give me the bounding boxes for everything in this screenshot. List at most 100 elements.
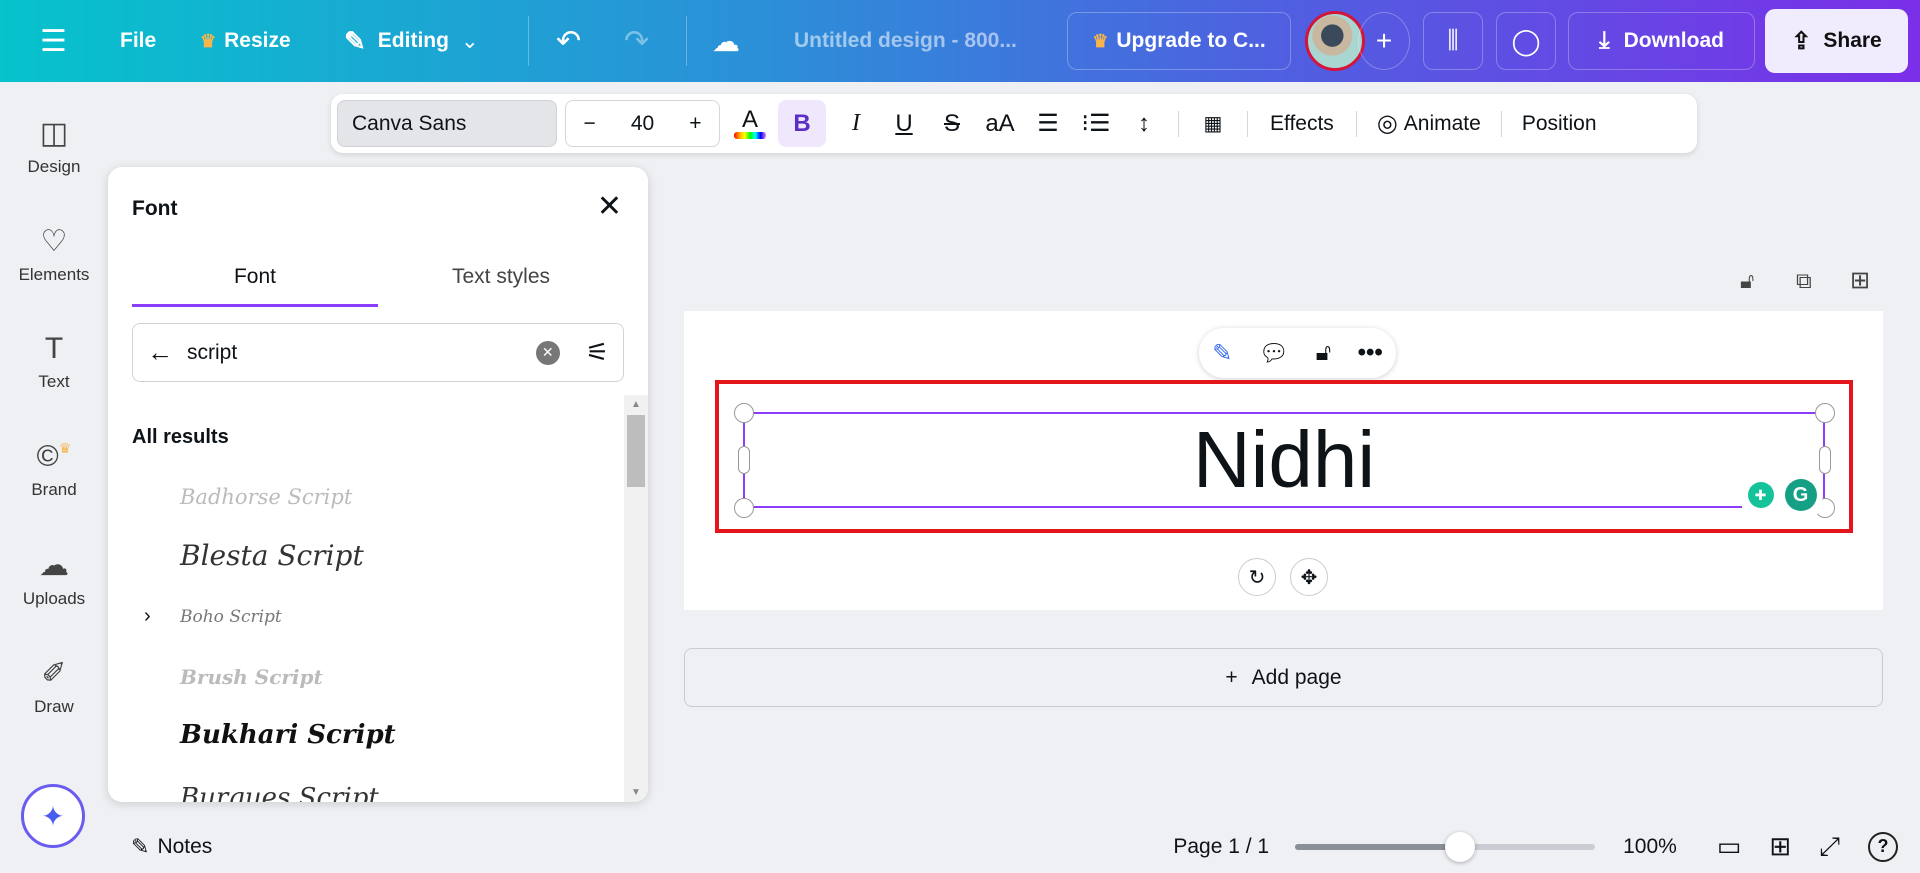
list-icon[interactable]: ⁝☰ bbox=[1072, 100, 1120, 147]
add-page-button[interactable]: + Add page bbox=[684, 648, 1883, 707]
spacing-icon[interactable]: ↕ bbox=[1120, 100, 1168, 147]
insights-icon[interactable]: ⫼ bbox=[1423, 12, 1483, 70]
side-handle[interactable] bbox=[1819, 446, 1831, 474]
scrollbar-thumb[interactable] bbox=[627, 415, 645, 487]
undo-icon[interactable]: ↶ bbox=[556, 0, 581, 82]
font-item[interactable]: Burgues Script bbox=[180, 783, 379, 802]
resize-handle[interactable] bbox=[734, 498, 754, 518]
move-icon[interactable]: ✥ bbox=[1290, 558, 1328, 596]
sidebar-item-text[interactable]: T Text bbox=[0, 332, 108, 392]
chevron-down-icon: ⌄ bbox=[460, 29, 479, 53]
font-size-input[interactable]: 40 bbox=[631, 112, 654, 136]
cloud-saved-icon[interactable]: ☁ bbox=[712, 0, 740, 82]
add-collaborator-button[interactable]: + bbox=[1358, 12, 1410, 70]
page-view-icon[interactable]: ▭ bbox=[1717, 831, 1742, 862]
font-panel: Font ✕ Font Text styles ← script ✕ ⚟ All… bbox=[108, 167, 648, 802]
animate-icon: ◎ bbox=[1376, 110, 1398, 137]
close-icon[interactable]: ✕ bbox=[597, 189, 622, 224]
sidebar-label: Uploads bbox=[22, 589, 86, 608]
tab-text-styles[interactable]: Text styles bbox=[378, 265, 624, 307]
font-item[interactable]: Boho Script bbox=[180, 607, 282, 627]
redo-icon[interactable]: ↷ bbox=[624, 0, 649, 82]
duplicate-page-icon[interactable]: ⧉ bbox=[1796, 268, 1812, 294]
grammarly-widget[interactable]: ✚ G bbox=[1742, 476, 1822, 514]
resize-handle[interactable] bbox=[734, 403, 754, 423]
sidebar-item-elements[interactable]: ♡ Elements bbox=[0, 224, 108, 285]
zoom-slider-thumb[interactable] bbox=[1445, 831, 1476, 862]
animate-button[interactable]: ◎ Animate bbox=[1367, 109, 1491, 138]
decrease-size-button[interactable]: − bbox=[584, 112, 596, 136]
italic-button[interactable]: I bbox=[832, 100, 880, 147]
font-search-field: ← script ✕ ⚟ bbox=[132, 323, 624, 382]
plus-icon: + bbox=[1225, 665, 1238, 689]
canvas-text[interactable]: Nidhi bbox=[1193, 414, 1375, 506]
file-menu[interactable]: File bbox=[120, 0, 156, 82]
side-handle[interactable] bbox=[738, 446, 750, 474]
sidebar-item-uploads[interactable]: ☁ Uploads bbox=[0, 548, 108, 609]
text-color-icon: A bbox=[741, 106, 758, 133]
scrollbar[interactable]: ▲ ▼ bbox=[624, 395, 648, 802]
bold-button[interactable]: B bbox=[778, 100, 826, 147]
text-format-toolbar: Canva Sans − 40 + A B I U S aA ☰ ⁝☰ ↕ ▦ … bbox=[331, 94, 1697, 153]
add-page-label: Add page bbox=[1251, 665, 1342, 689]
design-page[interactable]: ✎ 💬︎ 🔓︎ ••• Nidhi ✚ G ↻ ✥ bbox=[684, 311, 1883, 610]
add-page-icon[interactable]: ⊞ bbox=[1850, 266, 1870, 295]
magic-edit-icon[interactable]: ✎ bbox=[1212, 339, 1232, 368]
lock-page-icon[interactable]: 🔓︎ bbox=[1740, 268, 1754, 294]
sidebar-label: Draw bbox=[34, 697, 74, 716]
fullscreen-icon[interactable]: ⤢ bbox=[1819, 831, 1840, 863]
avatar[interactable] bbox=[1305, 11, 1365, 71]
bottom-bar: ✎ Notes Page 1 / 1 100% ▭ ⊞ ⤢ ? bbox=[108, 820, 1920, 873]
editing-dropdown[interactable]: ✎ Editing ⌄ bbox=[344, 0, 479, 82]
design-title[interactable]: Untitled design - 800... bbox=[794, 0, 1017, 82]
menu-icon[interactable]: ☰ bbox=[40, 0, 67, 82]
upgrade-button[interactable]: ♛ Upgrade to C... bbox=[1067, 12, 1291, 70]
resize-button[interactable]: ♛ Resize bbox=[200, 0, 291, 82]
letter-case-button[interactable]: aA bbox=[976, 100, 1024, 147]
sidebar-item-draw[interactable]: ✐ Draw bbox=[0, 656, 108, 717]
more-options-icon[interactable]: ••• bbox=[1358, 339, 1383, 367]
font-search-input[interactable]: script bbox=[187, 341, 536, 365]
font-item[interactable]: Blesta Script bbox=[180, 539, 364, 572]
align-center-icon[interactable]: ☰ bbox=[1024, 100, 1072, 147]
download-button[interactable]: ⤓ Download bbox=[1568, 12, 1755, 70]
chevron-right-icon[interactable]: › bbox=[144, 605, 151, 628]
font-item[interactable]: Brush Script bbox=[180, 665, 323, 689]
clear-search-icon[interactable]: ✕ bbox=[535, 340, 560, 365]
pencil-icon: ✎ bbox=[344, 25, 366, 56]
upgrade-label: Upgrade to C... bbox=[1116, 29, 1266, 52]
font-selector[interactable]: Canva Sans bbox=[337, 100, 557, 147]
divider bbox=[1500, 110, 1502, 137]
zoom-level[interactable]: 100% bbox=[1623, 835, 1677, 859]
add-comment-icon[interactable]: 💬︎ bbox=[1259, 339, 1289, 368]
help-icon[interactable]: ? bbox=[1868, 831, 1898, 862]
filter-icon[interactable]: ⚟ bbox=[586, 337, 609, 368]
sidebar-label: Design bbox=[27, 157, 81, 176]
zoom-slider[interactable] bbox=[1295, 831, 1596, 862]
text-element[interactable]: Nidhi bbox=[743, 412, 1825, 508]
magic-assistant-icon[interactable]: ✦ bbox=[21, 784, 85, 848]
sidebar-item-brand[interactable]: ©♛ Brand bbox=[0, 440, 108, 500]
grammarly-icon: G bbox=[1784, 479, 1817, 511]
font-item[interactable]: Badhorse Script bbox=[180, 485, 352, 509]
strikethrough-button[interactable]: S bbox=[928, 100, 976, 147]
page-indicator[interactable]: Page 1 / 1 bbox=[1173, 835, 1269, 859]
notes-button[interactable]: Notes bbox=[157, 835, 212, 859]
effects-button[interactable]: Effects bbox=[1258, 112, 1346, 136]
transparency-icon[interactable]: ▦ bbox=[1189, 100, 1237, 147]
text-color-button[interactable]: A bbox=[726, 100, 774, 147]
back-arrow-icon[interactable]: ← bbox=[147, 337, 173, 368]
font-item[interactable]: Bukhari Script bbox=[180, 720, 396, 750]
resize-handle[interactable] bbox=[1815, 403, 1835, 423]
sidebar-item-design[interactable]: ◫ Design bbox=[0, 116, 108, 177]
increase-size-button[interactable]: + bbox=[689, 112, 701, 136]
tab-font[interactable]: Font bbox=[132, 265, 378, 307]
lock-icon[interactable]: 🔓︎ bbox=[1316, 339, 1332, 367]
underline-button[interactable]: U bbox=[880, 100, 928, 147]
rotate-icon[interactable]: ↻ bbox=[1238, 558, 1276, 596]
position-button[interactable]: Position bbox=[1512, 112, 1607, 136]
comment-icon[interactable]: ◯ bbox=[1496, 12, 1556, 70]
share-button[interactable]: ⇪ Share bbox=[1765, 9, 1908, 73]
grid-view-icon[interactable]: ⊞ bbox=[1769, 831, 1791, 862]
download-icon: ⤓ bbox=[1599, 27, 1610, 54]
